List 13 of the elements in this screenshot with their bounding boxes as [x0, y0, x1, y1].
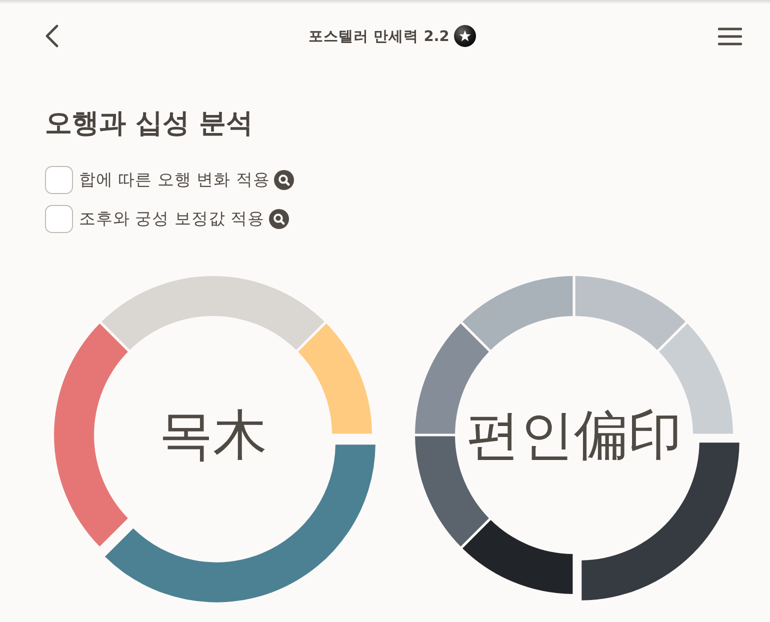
donut-center-label: 목木: [159, 405, 267, 465]
back-icon: [45, 24, 59, 48]
donut-center-label: 편인偏印: [466, 405, 682, 465]
checkbox[interactable]: [45, 166, 73, 194]
search-icon[interactable]: [268, 208, 289, 228]
search-icon[interactable]: [274, 170, 294, 190]
app-title: 포스텔러 만세력 2.2: [308, 28, 450, 46]
star-orb-icon: [454, 25, 476, 47]
section-title: 오행과 십성 분석: [45, 107, 253, 141]
checkbox[interactable]: [45, 204, 73, 232]
menu-icon: [718, 26, 742, 46]
option-label[interactable]: 조후와 궁성 보정값 적용: [79, 208, 265, 230]
option-label[interactable]: 합에 따른 오행 변화 적용: [79, 168, 270, 190]
